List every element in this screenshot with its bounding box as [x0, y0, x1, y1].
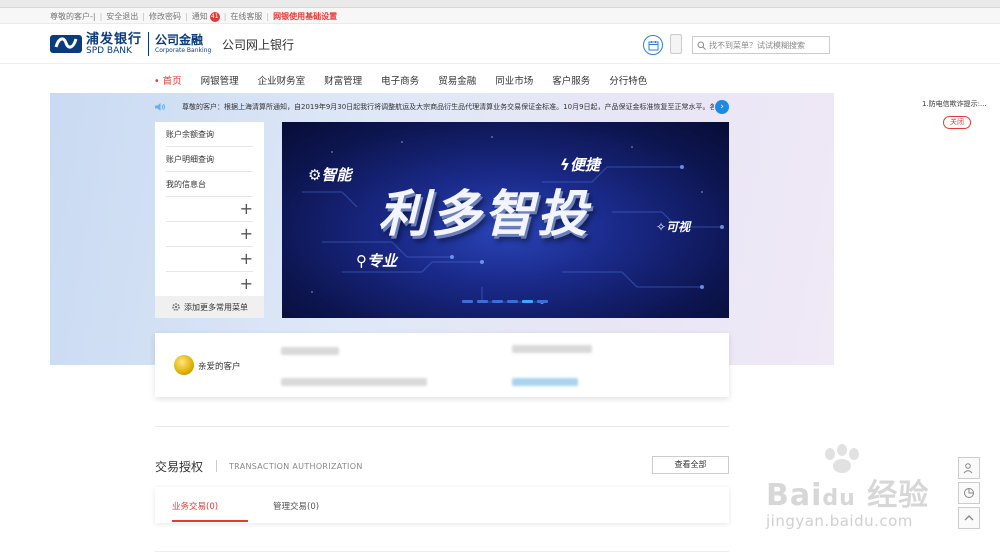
- section-divider: [155, 426, 729, 427]
- plus-icon: +: [239, 199, 253, 218]
- banner-dot-active[interactable]: [522, 300, 533, 303]
- menu-search-box[interactable]: [692, 36, 830, 54]
- quick-menu: 账户余额查询 账户明细查询 我的信息台 + + + + 添加更多常用菜单: [155, 122, 264, 318]
- banner-tag-convenient: ϟ便捷: [560, 156, 600, 174]
- notice-link[interactable]: 通知: [192, 11, 208, 22]
- setup-link[interactable]: 网银使用基础设置: [273, 11, 337, 22]
- view-all-button[interactable]: 查看全部: [652, 456, 729, 474]
- corp-banking-en: Corporate Banking: [155, 47, 212, 54]
- banner-dot[interactable]: [537, 300, 548, 303]
- bank-name-cn: 浦发银行: [86, 31, 143, 47]
- greeting-text: 尊敬的客户-|: [50, 12, 96, 21]
- notice-next-button[interactable]: ›: [715, 100, 729, 114]
- side-notice-close-button[interactable]: 关闭: [943, 116, 971, 129]
- plus-icon: +: [239, 249, 253, 268]
- bank-logo[interactable]: 浦发银行 SPD BANK 公司金融 Corporate Banking: [50, 32, 211, 56]
- quick-slot-empty[interactable]: +: [166, 222, 253, 247]
- watermark: Baidu 经验: [766, 478, 930, 513]
- site-title: 公司网上银行: [222, 38, 295, 52]
- member-medal-icon: [174, 355, 194, 375]
- watermark-url: jingyan.baidu.com: [766, 512, 913, 530]
- quick-item-info-desk[interactable]: 我的信息台: [166, 172, 253, 197]
- active-tab-underline: [172, 520, 248, 522]
- utility-bar: 尊敬的客户-| | 安全退出 | 修改密码 | 通知 41 | 在线客服 | 网…: [0, 8, 1000, 24]
- nav-item-home[interactable]: 首页: [154, 73, 182, 87]
- mobile-icon[interactable]: [670, 34, 682, 54]
- quick-slot-empty[interactable]: +: [166, 272, 253, 297]
- site-header: 浦发银行 SPD BANK 公司金融 Corporate Banking 公司网…: [0, 24, 1000, 64]
- banner-dot[interactable]: [507, 300, 518, 303]
- quick-item-balance[interactable]: 账户余额查询: [166, 122, 253, 147]
- banner-headline: 利多智投: [378, 185, 590, 243]
- promo-banner[interactable]: 利多智投 ⚙智能 ϟ便捷 ✧可视 ⚲专业: [282, 122, 729, 318]
- tab-management-transactions[interactable]: 管理交易(0): [273, 500, 319, 512]
- banner-dot[interactable]: [477, 300, 488, 303]
- nav-item-customer-service[interactable]: 客户服务: [552, 73, 590, 87]
- plus-icon: +: [239, 274, 253, 293]
- nav-item-trade-finance[interactable]: 贸易金融: [438, 73, 476, 87]
- change-password-link[interactable]: 修改密码: [149, 11, 181, 22]
- calendar-icon: [648, 40, 658, 50]
- quick-slot-empty[interactable]: +: [166, 197, 253, 222]
- profile-card: 亲爱的客户: [155, 333, 729, 397]
- search-input[interactable]: [709, 40, 827, 50]
- spd-logo-icon: [50, 35, 82, 53]
- main-nav: 首页 网银管理 企业财务室 财富管理 电子商务 贸易金融 同业市场 客户服务 分…: [0, 65, 1000, 93]
- banner-tag-smart: ⚙智能: [308, 166, 352, 184]
- banner-dot[interactable]: [462, 300, 473, 303]
- notice-count-badge: 41: [209, 11, 220, 22]
- redacted-info: [281, 347, 339, 355]
- corp-banking-cn: 公司金融: [155, 33, 204, 47]
- calendar-button[interactable]: [643, 35, 663, 55]
- nav-item-ecommerce[interactable]: 电子商务: [381, 73, 419, 87]
- nav-item-finance-room[interactable]: 企业财务室: [258, 73, 306, 87]
- side-fraud-notice[interactable]: 1.防电信欺诈提示:...: [922, 99, 987, 109]
- banner-tag-professional: ⚲专业: [356, 252, 398, 270]
- banner-dot[interactable]: [492, 300, 503, 303]
- nav-item-branch[interactable]: 分行特色: [609, 73, 647, 87]
- auth-section-title: 交易授权: [155, 460, 204, 474]
- notice-bar: 尊敬的客户：根据上海清算所通知，自2019年9月30日起我行将调整航运及大宗商品…: [50, 99, 834, 115]
- auth-section-title-en: TRANSACTION AUTHORIZATION: [229, 462, 363, 471]
- search-icon: [697, 41, 706, 50]
- bank-name-en: SPD BANK: [86, 45, 132, 56]
- banner-pagination: [462, 300, 552, 303]
- browser-top-strip: [0, 0, 1000, 8]
- plus-icon: +: [239, 224, 253, 243]
- quick-item-details[interactable]: 账户明细查询: [166, 147, 253, 172]
- redacted-info: [512, 378, 578, 386]
- nav-item-wealth[interactable]: 财富管理: [324, 73, 362, 87]
- logout-link[interactable]: 安全退出: [106, 11, 138, 22]
- nav-item-interbank[interactable]: 同业市场: [495, 73, 533, 87]
- add-more-menu-button[interactable]: 添加更多常用菜单: [155, 296, 264, 318]
- notice-text[interactable]: 尊敬的客户：根据上海清算所通知，自2019年9月30日起我行将调整航运及大宗商品…: [182, 102, 714, 112]
- redacted-info: [281, 378, 427, 386]
- customer-name: 亲爱的客户: [198, 362, 241, 372]
- banner-tag-visual: ✧可视: [656, 220, 691, 234]
- gear-icon: [172, 303, 180, 311]
- speaker-icon: [155, 103, 165, 111]
- nav-item-ebank-management[interactable]: 网银管理: [201, 73, 239, 87]
- tab-business-transactions[interactable]: 业务交易(0): [172, 500, 218, 512]
- auth-tabs: 业务交易(0) 管理交易(0): [155, 487, 729, 523]
- quick-slot-empty[interactable]: +: [166, 247, 253, 272]
- redacted-info: [512, 345, 592, 353]
- online-service-link[interactable]: 在线客服: [230, 11, 262, 22]
